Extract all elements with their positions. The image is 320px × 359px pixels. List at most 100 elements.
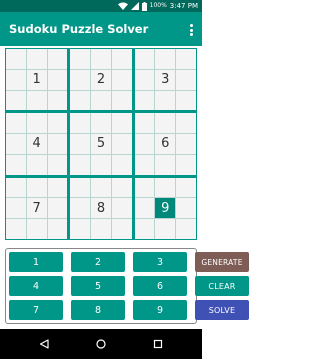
board-cell[interactable] xyxy=(26,90,47,111)
overflow-menu-icon[interactable] xyxy=(186,23,196,37)
board-cell[interactable] xyxy=(155,90,176,111)
board-cell[interactable] xyxy=(6,198,26,219)
board-cell[interactable] xyxy=(47,113,68,134)
key-8-button[interactable]: 8 xyxy=(71,300,125,320)
board-cell[interactable] xyxy=(47,177,68,198)
board-cell[interactable] xyxy=(47,134,68,154)
board-cell[interactable] xyxy=(111,69,132,90)
board-cell[interactable] xyxy=(47,198,68,219)
board-cell[interactable] xyxy=(47,49,68,69)
generate-button[interactable]: GENERATE xyxy=(195,252,249,272)
board-cell[interactable] xyxy=(111,49,132,69)
board-cell[interactable] xyxy=(111,134,132,154)
board-cell[interactable] xyxy=(134,177,155,198)
board-cell[interactable] xyxy=(111,198,132,219)
board-cell[interactable] xyxy=(47,219,68,239)
board-cell[interactable] xyxy=(155,113,176,134)
key-1-button[interactable]: 1 xyxy=(9,252,63,272)
board-cell[interactable] xyxy=(70,90,91,111)
board-cell[interactable] xyxy=(155,154,176,175)
board-cell[interactable]: 7 xyxy=(26,198,47,219)
board-cell[interactable] xyxy=(91,49,111,69)
board-cell[interactable]: 3 xyxy=(155,69,176,90)
board-cell[interactable] xyxy=(47,90,68,111)
board-cell[interactable] xyxy=(6,154,26,175)
board-cell[interactable] xyxy=(91,219,111,239)
board-cell[interactable] xyxy=(111,154,132,175)
board-cell[interactable] xyxy=(134,113,155,134)
key-2-button[interactable]: 2 xyxy=(71,252,125,272)
board-cell[interactable] xyxy=(134,219,155,239)
board-cell[interactable] xyxy=(176,198,196,219)
board-cell[interactable] xyxy=(26,49,47,69)
board-cell[interactable] xyxy=(176,113,196,134)
board-cell[interactable] xyxy=(111,177,132,198)
board-cell[interactable] xyxy=(70,113,91,134)
board-cell[interactable] xyxy=(176,134,196,154)
clear-button[interactable]: CLEAR xyxy=(195,276,249,296)
board-cell[interactable] xyxy=(155,49,176,69)
key-9-button[interactable]: 9 xyxy=(133,300,187,320)
board-cell[interactable] xyxy=(134,154,155,175)
board-cell[interactable] xyxy=(6,90,26,111)
board-cell[interactable] xyxy=(134,198,155,219)
home-icon xyxy=(96,339,106,349)
board-cell[interactable] xyxy=(91,154,111,175)
home-button[interactable] xyxy=(81,329,121,359)
board-cell[interactable] xyxy=(6,113,26,134)
board-cell[interactable]: 1 xyxy=(26,69,47,90)
board-cell[interactable] xyxy=(6,49,26,69)
board-cell[interactable]: 6 xyxy=(155,134,176,154)
board-box: 3 xyxy=(134,49,196,111)
board-cell[interactable] xyxy=(134,134,155,154)
board-cell[interactable] xyxy=(70,219,91,239)
solve-button[interactable]: SOLVE xyxy=(195,300,249,320)
board-cell[interactable] xyxy=(70,69,91,90)
key-3-button[interactable]: 3 xyxy=(133,252,187,272)
board-cell[interactable] xyxy=(26,113,47,134)
board-cell[interactable] xyxy=(70,154,91,175)
board-cell[interactable] xyxy=(91,177,111,198)
board-cell[interactable] xyxy=(134,90,155,111)
back-button[interactable] xyxy=(24,329,64,359)
board-cell[interactable] xyxy=(176,154,196,175)
board-cell[interactable]: 8 xyxy=(91,198,111,219)
board-cell[interactable]: 5 xyxy=(91,134,111,154)
board-cell[interactable] xyxy=(47,154,68,175)
board-cell[interactable] xyxy=(70,177,91,198)
board-cell[interactable] xyxy=(6,219,26,239)
board-cell[interactable] xyxy=(176,69,196,90)
board-cell[interactable] xyxy=(26,219,47,239)
board-cell[interactable] xyxy=(70,198,91,219)
board-cell[interactable] xyxy=(111,219,132,239)
board-cell[interactable] xyxy=(6,134,26,154)
board-cell-selected[interactable]: 9 xyxy=(155,198,176,219)
back-icon xyxy=(39,339,49,349)
board-cell[interactable] xyxy=(91,90,111,111)
board-cell[interactable] xyxy=(134,49,155,69)
recents-button[interactable] xyxy=(138,329,178,359)
board-cell[interactable] xyxy=(176,90,196,111)
board-cell[interactable]: 4 xyxy=(26,134,47,154)
board-cell[interactable] xyxy=(176,177,196,198)
board-cell[interactable] xyxy=(111,90,132,111)
board-cell[interactable]: 2 xyxy=(91,69,111,90)
board-cell[interactable] xyxy=(176,49,196,69)
board-cell[interactable] xyxy=(70,49,91,69)
board-cell[interactable] xyxy=(6,177,26,198)
board-cell[interactable] xyxy=(111,113,132,134)
key-7-button[interactable]: 7 xyxy=(9,300,63,320)
board-cell[interactable] xyxy=(91,113,111,134)
key-4-button[interactable]: 4 xyxy=(9,276,63,296)
board-cell[interactable] xyxy=(155,219,176,239)
board-cell[interactable] xyxy=(26,154,47,175)
board-cell[interactable] xyxy=(26,177,47,198)
board-cell[interactable] xyxy=(134,69,155,90)
board-cell[interactable] xyxy=(70,134,91,154)
board-cell[interactable] xyxy=(6,69,26,90)
key-6-button[interactable]: 6 xyxy=(133,276,187,296)
board-cell[interactable] xyxy=(155,177,176,198)
key-5-button[interactable]: 5 xyxy=(71,276,125,296)
board-cell[interactable] xyxy=(176,219,196,239)
board-cell[interactable] xyxy=(47,69,68,90)
